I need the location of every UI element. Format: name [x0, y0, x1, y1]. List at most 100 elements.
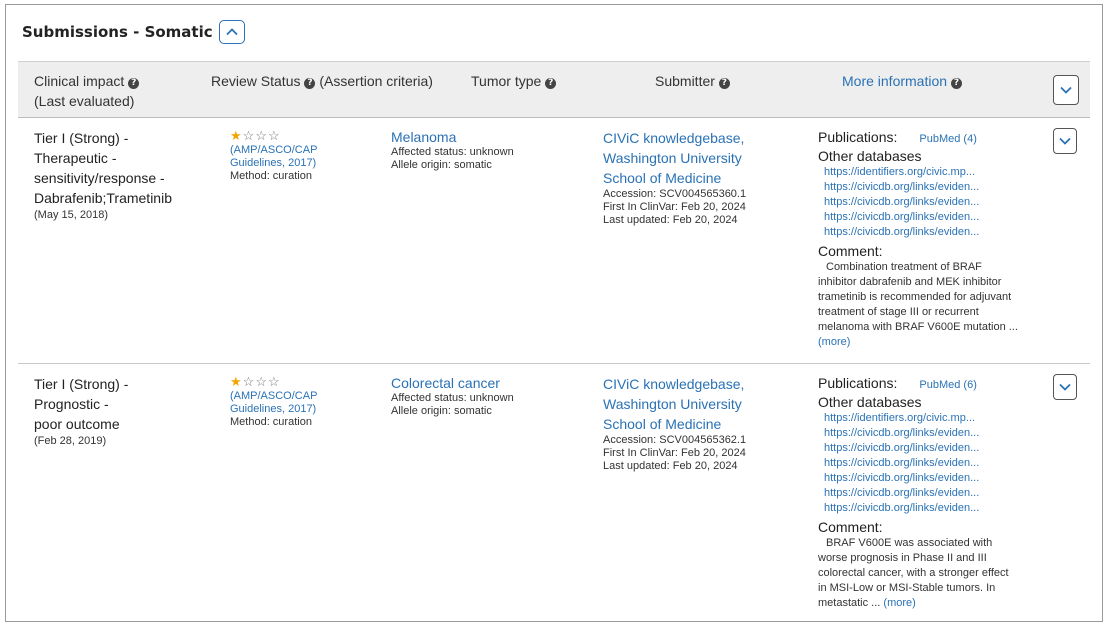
- table-header: Clinical impact? (Last evaluated) Review…: [18, 61, 1090, 118]
- database-link[interactable]: https://civicdb.org/links/eviden...: [824, 195, 1043, 210]
- last-evaluated-date: (Feb 28, 2019): [34, 435, 107, 447]
- star-outline-icon: ☆: [267, 128, 281, 143]
- more-information-cell: Publications: PubMed (6) Other databases…: [818, 374, 1043, 611]
- chevron-up-icon: [226, 28, 238, 36]
- accession-number: Accession: SCV004565362.1: [603, 434, 747, 446]
- comment-line: in MSI-Low or MSI-Stable tumors. In: [818, 582, 996, 594]
- header-review-status-label: Review Status: [211, 73, 301, 89]
- help-icon[interactable]: ?: [718, 78, 730, 89]
- pubmed-link[interactable]: PubMed (4): [919, 132, 976, 147]
- expand-row-button[interactable]: [1053, 128, 1077, 154]
- review-stars: ★☆☆☆: [230, 128, 360, 144]
- star-outline-icon: ☆: [242, 128, 256, 143]
- impact-line: Tier I (Strong) -: [34, 376, 129, 392]
- header-more-information: More information?: [842, 71, 963, 91]
- submitter-cell: CIViC knowledgebase, Washington Universi…: [603, 128, 818, 227]
- affected-status: Affected status: unknown: [391, 146, 514, 158]
- database-link[interactable]: https://civicdb.org/links/eviden...: [824, 486, 1043, 501]
- assertion-criteria-link[interactable]: (AMP/ASCO/CAP: [230, 144, 360, 157]
- assertion-criteria-link[interactable]: (AMP/ASCO/CAP: [230, 390, 360, 403]
- database-link[interactable]: https://civicdb.org/links/eviden...: [824, 225, 1043, 240]
- submitter-link[interactable]: Washington University: [603, 148, 818, 168]
- comment-line: worse prognosis in Phase II and III: [818, 552, 987, 564]
- affected-status: Affected status: unknown: [391, 392, 514, 404]
- clinical-impact-cell: Tier I (Strong) - Therapeutic - sensitiv…: [34, 128, 194, 222]
- publications-row: Publications: PubMed (6): [818, 374, 1043, 393]
- help-icon[interactable]: ?: [951, 78, 963, 89]
- help-icon[interactable]: ?: [545, 78, 557, 89]
- more-information-cell: Publications: PubMed (4) Other databases…: [818, 128, 1043, 350]
- database-link[interactable]: https://civicdb.org/links/eviden...: [824, 501, 1043, 516]
- allele-origin: Allele origin: somatic: [391, 159, 492, 171]
- other-databases-label: Other databases: [818, 148, 922, 164]
- expand-all-button[interactable]: [1053, 75, 1079, 105]
- database-link[interactable]: https://civicdb.org/links/eviden...: [824, 456, 1043, 471]
- header-more-information-link[interactable]: More information: [842, 73, 947, 89]
- last-updated: Last updated: Feb 20, 2024: [603, 214, 738, 226]
- submitter-link[interactable]: CIViC knowledgebase,: [603, 128, 818, 148]
- header-tumor-type: Tumor type?: [471, 71, 557, 91]
- header-tumor-type-label: Tumor type: [471, 73, 542, 89]
- star-filled-icon: ★: [230, 128, 243, 143]
- star-filled-icon: ★: [230, 374, 243, 389]
- help-icon[interactable]: ?: [128, 78, 140, 89]
- publications-row: Publications: PubMed (4): [818, 128, 1043, 147]
- star-outline-icon: ☆: [255, 128, 268, 143]
- section-title: Submissions - Somatic: [22, 23, 213, 41]
- condition-link[interactable]: Colorectal cancer: [391, 374, 581, 392]
- expand-row-button[interactable]: [1053, 374, 1077, 400]
- first-in-clinvar: First In ClinVar: Feb 20, 2024: [603, 201, 746, 213]
- method-label: Method: curation: [230, 416, 312, 428]
- comment-line: Combination treatment of BRAF: [826, 261, 982, 273]
- impact-line: Therapeutic -: [34, 150, 117, 166]
- impact-line: Dabrafenib;Trametinib: [34, 190, 172, 206]
- chevron-down-icon: [1059, 383, 1071, 391]
- more-link[interactable]: (more): [818, 336, 850, 348]
- review-status-cell: ★☆☆☆ (AMP/ASCO/CAP Guidelines, 2017) Met…: [230, 374, 360, 429]
- header-clinical-impact-label: Clinical impact: [34, 73, 125, 89]
- database-link[interactable]: https://identifiers.org/civic.mp...: [824, 411, 1043, 426]
- condition-link[interactable]: Melanoma: [391, 128, 581, 146]
- database-links: https://identifiers.org/civic.mp... http…: [818, 165, 1043, 240]
- comment-line: colorectal cancer, with a stronger effec…: [818, 567, 1009, 579]
- other-databases-label: Other databases: [818, 394, 922, 410]
- more-link[interactable]: (more): [883, 597, 915, 609]
- database-link[interactable]: https://civicdb.org/links/eviden...: [824, 180, 1043, 195]
- table-row: Tier I (Strong) - Prognostic - poor outc…: [18, 364, 1090, 621]
- submitter-link[interactable]: CIViC knowledgebase,: [603, 374, 818, 394]
- database-links: https://identifiers.org/civic.mp... http…: [818, 411, 1043, 516]
- database-link[interactable]: https://identifiers.org/civic.mp...: [824, 165, 1043, 180]
- clinical-impact-cell: Tier I (Strong) - Prognostic - poor outc…: [34, 374, 194, 448]
- database-link[interactable]: https://civicdb.org/links/eviden...: [824, 471, 1043, 486]
- section-header: Submissions - Somatic: [22, 17, 245, 47]
- submitter-link[interactable]: School of Medicine: [603, 168, 818, 188]
- review-status-cell: ★☆☆☆ (AMP/ASCO/CAP Guidelines, 2017) Met…: [230, 128, 360, 183]
- pubmed-link[interactable]: PubMed (6): [919, 378, 976, 393]
- collapse-section-button[interactable]: [218, 20, 245, 44]
- method-label: Method: curation: [230, 170, 312, 182]
- comment-text: Combination treatment of BRAF inhibitor …: [818, 260, 1043, 350]
- database-link[interactable]: https://civicdb.org/links/eviden...: [824, 210, 1043, 225]
- allele-origin: Allele origin: somatic: [391, 405, 492, 417]
- publications-label: Publications:: [818, 375, 898, 391]
- comment-line: metastatic ...: [818, 597, 884, 609]
- comment-line: BRAF V600E was associated with: [826, 537, 993, 549]
- database-link[interactable]: https://civicdb.org/links/eviden...: [824, 426, 1043, 441]
- header-clinical-impact: Clinical impact? (Last evaluated): [34, 71, 140, 111]
- submitter-link[interactable]: Washington University: [603, 394, 818, 414]
- header-review-status: Review Status? (Assertion criteria): [211, 71, 433, 91]
- assertion-criteria-link[interactable]: Guidelines, 2017): [230, 157, 360, 170]
- submissions-panel: Submissions - Somatic Clinical impact? (…: [5, 4, 1103, 622]
- publications-label: Publications:: [818, 129, 898, 145]
- last-updated: Last updated: Feb 20, 2024: [603, 460, 738, 472]
- database-link[interactable]: https://civicdb.org/links/eviden...: [824, 441, 1043, 456]
- submitter-link[interactable]: School of Medicine: [603, 414, 818, 434]
- chevron-down-icon: [1060, 86, 1072, 94]
- chevron-down-icon: [1059, 137, 1071, 145]
- help-icon[interactable]: ?: [304, 78, 316, 89]
- assertion-criteria-link[interactable]: Guidelines, 2017): [230, 403, 360, 416]
- impact-line: Tier I (Strong) -: [34, 130, 129, 146]
- comment-line: melanoma with BRAF V600E mutation ...: [818, 321, 1018, 333]
- header-assertion-criteria-label: (Assertion criteria): [319, 73, 433, 89]
- header-last-evaluated-label: (Last evaluated): [34, 93, 135, 109]
